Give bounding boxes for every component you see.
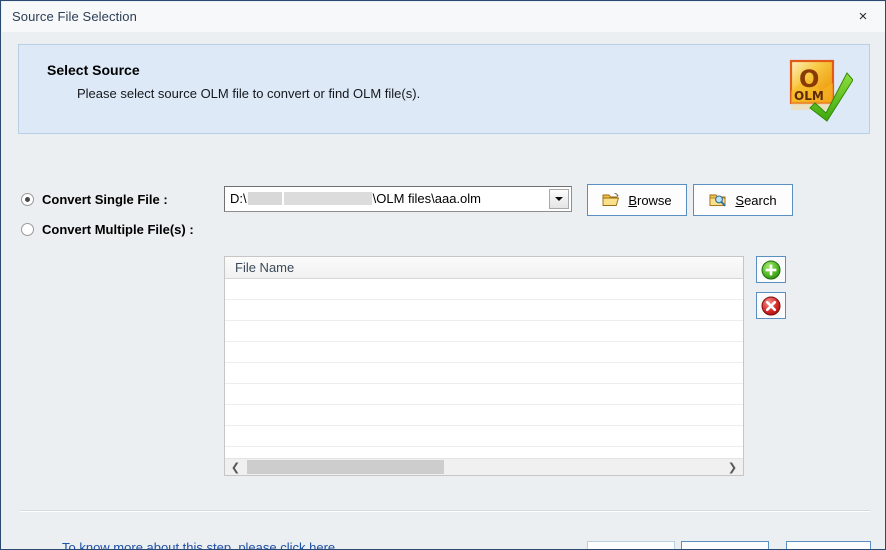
banner-title: Select Source [47,62,140,78]
table-row[interactable] [225,300,743,321]
radio-multiple-label: Convert Multiple File(s) : [42,222,194,237]
path-redaction-block-2 [283,192,372,205]
chevron-right-icon[interactable]: ❯ [724,459,741,475]
browse-button[interactable]: Browse [587,184,687,216]
chevron-left-icon[interactable]: ❮ [227,459,244,475]
folder-open-icon [602,193,620,206]
title-bar: Source File Selection × [2,2,885,32]
table-row[interactable] [225,384,743,405]
table-row[interactable] [225,426,743,447]
chevron-down-glyph [555,197,563,201]
browse-label-rest: rowse [636,192,672,208]
path-redaction-block-1 [247,192,282,205]
table-row[interactable] [225,405,743,426]
file-list-panel[interactable]: File Name ❮ ❯ [224,256,744,476]
scrollbar-thumb[interactable] [247,460,444,474]
table-row[interactable] [225,321,743,342]
window-title: Source File Selection [12,9,137,24]
folder-search-icon [709,194,726,207]
browse-label: Browse [628,193,671,208]
next-button[interactable]: Next > [681,541,769,549]
column-header-file-name: File Name [235,260,295,275]
help-link[interactable]: To know more about this step, please cli… [62,540,339,549]
browse-accelerator: B [628,192,637,208]
svg-text:OLM: OLM [794,89,824,103]
footer-divider [20,510,870,512]
file-list-body[interactable] [225,279,743,457]
close-icon[interactable]: × [840,2,885,31]
search-accelerator: S [735,192,745,208]
search-label: Search [735,193,776,208]
source-file-selection-dialog: Source File Selection × Select Source Pl… [0,0,886,550]
table-row[interactable] [225,279,743,300]
search-label-rest: earch [744,192,777,208]
remove-circle-red-icon [761,296,781,315]
remove-file-button[interactable] [756,292,786,319]
add-circle-green-icon [761,260,781,279]
source-file-path-combobox[interactable]: D:\ \OLM files\aaa.olm [224,186,572,212]
banner-subtitle: Please select source OLM file to convert… [77,86,421,101]
source-file-path-value: D:\ \OLM files\aaa.olm [230,191,481,206]
step-banner: Select Source Please select source OLM f… [18,44,870,134]
path-prefix: D:\ [230,191,247,206]
radio-single-label: Convert Single File : [42,192,168,207]
cancel-button[interactable]: Cancel [786,541,871,549]
search-button[interactable]: Search [693,184,793,216]
horizontal-scrollbar[interactable]: ❮ ❯ [225,458,743,475]
table-row[interactable] [225,342,743,363]
path-suffix: \OLM files\aaa.olm [372,191,481,206]
dialog-client-area: Select Source Please select source OLM f… [2,32,885,549]
radio-single-mark [21,193,34,206]
olm-file-check-icon: O OLM [789,59,853,122]
radio-convert-multiple-files[interactable]: Convert Multiple File(s) : [21,222,194,237]
file-list-header: File Name [225,257,743,279]
radio-convert-single-file[interactable]: Convert Single File : [21,192,168,207]
table-row[interactable] [225,363,743,384]
add-file-button[interactable] [756,256,786,283]
chevron-down-icon[interactable] [549,189,569,209]
radio-multiple-mark [21,223,34,236]
back-button[interactable]: < Back [587,541,675,549]
